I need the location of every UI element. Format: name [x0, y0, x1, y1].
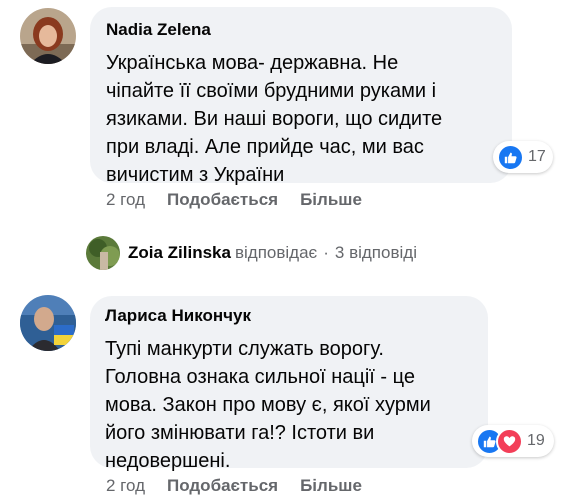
- comment-text-line: чіпайте її своїми брудними руками і: [106, 80, 437, 102]
- like-comment-button[interactable]: Подобається: [167, 190, 278, 209]
- comment-actions: 2 год Подобається Більше: [106, 190, 384, 210]
- avatar-nadia-zelena[interactable]: [20, 8, 76, 64]
- reply-count[interactable]: 3 відповіді: [335, 243, 417, 263]
- comment-text-line: вичистим з України: [106, 164, 285, 186]
- more-button[interactable]: Більше: [300, 190, 362, 209]
- comment-timestamp[interactable]: 2 год: [106, 190, 145, 209]
- like-comment-button[interactable]: Подобається: [167, 476, 278, 495]
- reply-verb: відповідає: [234, 243, 318, 262]
- more-button[interactable]: Більше: [300, 476, 362, 495]
- like-icon: [497, 143, 524, 171]
- reaction-count: 19: [527, 432, 545, 449]
- comment-bubble: Лариса Никончук Тупі манкурти служать во…: [90, 296, 488, 472]
- reactions-summary[interactable]: 19: [472, 425, 554, 457]
- comment-author[interactable]: Лариса Никончук: [105, 306, 473, 326]
- reply-author-name[interactable]: Zoia Zilinska: [128, 243, 231, 263]
- comment-text-line: Тупі манкурти служать ворогу.: [105, 338, 384, 360]
- avatar-zoia-zilinska: [86, 236, 120, 270]
- comment-text-line: Головна ознака сильної нації - це: [105, 366, 415, 388]
- reaction-count: 17: [528, 148, 546, 165]
- comment-text-line: язиками. Ви наші вороги, що сидите: [106, 108, 443, 130]
- comment-text: Українська мова- державна. Не чіпайте її…: [106, 49, 496, 189]
- reactions-summary[interactable]: 17: [493, 141, 553, 173]
- comment-text-line: Українська мова- державна. Не: [106, 52, 399, 74]
- avatar-larysa-nykonchuk[interactable]: [20, 295, 76, 351]
- comment-bubble: Nadia Zelena Українська мова- державна. …: [90, 7, 512, 186]
- comment-text-line: його змінювати га!? Істоти ви: [105, 422, 375, 444]
- view-replies-link[interactable]: Zoia Zilinska відповідає · 3 відповіді: [86, 236, 417, 270]
- comment-text-line: при владі. Але прийде час, ми вас: [106, 136, 424, 158]
- comment-timestamp[interactable]: 2 год: [106, 476, 145, 495]
- comment-actions: 2 год Подобається Більше: [106, 476, 384, 496]
- heart-icon: [496, 427, 523, 455]
- comment-text-line: мова. Закон про мову є, якої хурми: [105, 394, 431, 416]
- comment-text-line: недовершені.: [105, 450, 231, 472]
- comment-text: Тупі манкурти служать ворогу. Головна оз…: [105, 335, 473, 475]
- separator-dot: ·: [323, 243, 329, 262]
- comment-author[interactable]: Nadia Zelena: [106, 20, 496, 40]
